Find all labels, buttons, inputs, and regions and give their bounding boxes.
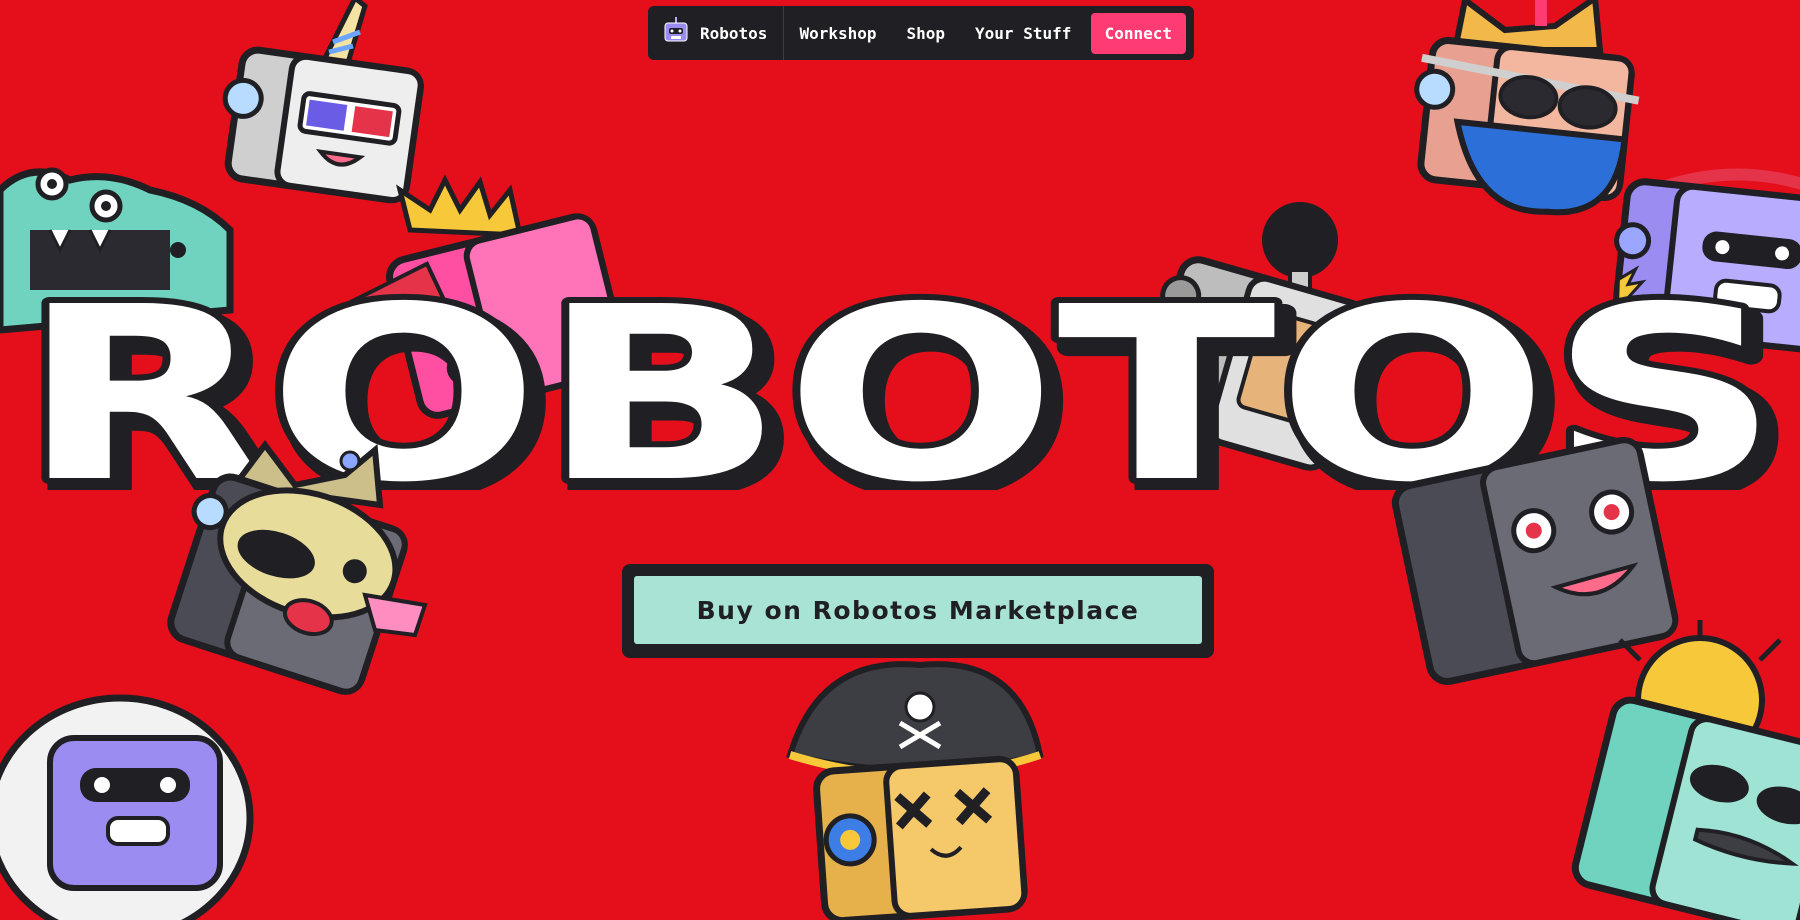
robot-logo-icon — [662, 17, 690, 49]
cta-frame: Buy on Robotos Marketplace — [622, 564, 1214, 658]
nav-link-your-stuff[interactable]: Your Stuff — [960, 24, 1086, 43]
connect-button[interactable]: Connect — [1090, 12, 1186, 54]
top-navigation: Robotos Workshop Shop Your Stuff Connect — [648, 6, 1194, 60]
astronaut-robot-icon — [0, 688, 260, 920]
brand-link[interactable]: Robotos — [656, 6, 785, 60]
shiba-robot-icon — [165, 440, 445, 725]
nav-link-shop[interactable]: Shop — [892, 24, 961, 43]
sun-robot-icon — [1560, 620, 1800, 920]
pirate-robot-icon — [780, 655, 1060, 920]
brand-label: Robotos — [700, 23, 768, 43]
buy-marketplace-button[interactable]: Buy on Robotos Marketplace — [634, 576, 1202, 644]
nav-link-workshop[interactable]: Workshop — [784, 24, 891, 43]
